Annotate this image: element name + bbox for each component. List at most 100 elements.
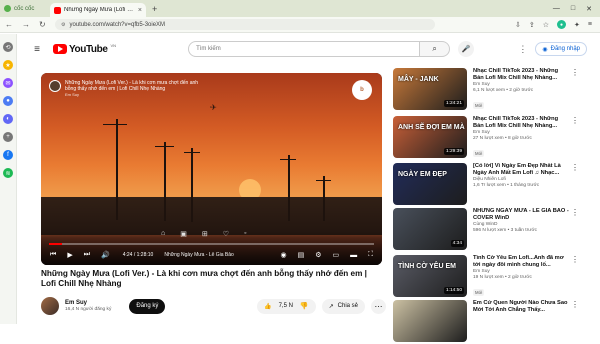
new-tab-icon[interactable]: +: [152, 4, 157, 14]
next-icon[interactable]: ⏭: [84, 251, 90, 259]
theater-icon[interactable]: ▬: [350, 252, 357, 259]
more-vert-icon[interactable]: ⋮: [571, 300, 579, 344]
recommended-title[interactable]: Em Cứ Quen Người Nào Chưa Sao Mới Tới An…: [473, 300, 569, 313]
tab-youtube[interactable]: Những Ngày Mưa (Lofi Ver.) - ...×: [50, 3, 146, 17]
search-button[interactable]: ⌕: [420, 41, 451, 57]
chapter-title[interactable]: Những Ngày Mưa - Lê Gia Bảo: [164, 252, 234, 258]
messenger-icon-2[interactable]: ●: [3, 96, 13, 106]
dislike-icon[interactable]: 👎: [300, 302, 309, 310]
miniplayer-icon[interactable]: ▭: [332, 251, 339, 259]
channel-watermark[interactable]: b: [352, 80, 372, 100]
reload-icon[interactable]: ↻: [39, 20, 46, 29]
recommended-title[interactable]: [Có lời] Vì Ngày Em Đẹp Nhất Là Ngày Anh…: [473, 163, 569, 176]
browser-toolbar: ← → ↻ ⚙ youtube.com/watch?v=qfb5-3oieXM ⇩…: [0, 17, 600, 33]
plus-icon[interactable]: +: [3, 132, 13, 142]
recommended-info: Em Cứ Quen Người Nào Chưa Sao Mới Tới An…: [473, 300, 569, 344]
recommended-info: [Có lời] Vì Ngày Em Đẹp Nhất Là Ngày Anh…: [473, 163, 569, 207]
video-thumbnail[interactable]: MÂY - JANK 1:24:21: [393, 68, 467, 110]
recommended-info: Tình Cờ Yêu Em Lofi...Anh đã mơ tới ngày…: [473, 255, 569, 299]
video-duration: 1:29:39: [443, 148, 464, 155]
subtitles-icon[interactable]: ▤: [298, 251, 305, 259]
channel-avatar[interactable]: [49, 80, 61, 92]
video-thumbnail[interactable]: TÌNH CỜ YÊU EM 1:14:50: [393, 255, 467, 297]
extensions-icon[interactable]: ★: [3, 60, 13, 70]
hamburger-icon[interactable]: ≡: [27, 44, 47, 55]
player-overlay-title[interactable]: Những Ngày Mưa (Lofi Ver.) - Là khi cơn …: [65, 80, 207, 92]
share-button[interactable]: ↗ Chia sẻ: [321, 298, 365, 314]
header-actions: ⋮ ◉ Đăng nhập: [518, 42, 600, 56]
region-label: VN: [110, 42, 117, 48]
video-meta-bar: Em Suy 16,4 N người đăng ký Đăng ký 👍 7,…: [41, 297, 386, 315]
menu-icon[interactable]: ≡: [588, 21, 592, 28]
recommended-title[interactable]: Tình Cờ Yêu Em Lofi...Anh đã mơ tới ngày…: [473, 255, 569, 268]
recommended-video[interactable]: TÌNH CỜ YÊU EM 1:14:50 Tình Cờ Yêu Em Lo…: [393, 255, 600, 299]
subscriber-count: 16,4 N người đăng ký: [65, 306, 112, 312]
settings-icon[interactable]: ⚙: [315, 251, 321, 259]
play-icon[interactable]: ▶: [67, 251, 72, 259]
recommended-video[interactable]: 4:34 NHỮNG NGÀY MƯA - LÊ GIA BẢO - COVER…: [393, 208, 600, 252]
channel-info: Em Suy 16,4 N người đăng ký: [65, 300, 111, 313]
recommended-video[interactable]: ANH SẼ ĐỢI EM MÀ 1:29:39 Nhạc Chill TikT…: [393, 116, 600, 160]
back-icon[interactable]: ←: [5, 20, 13, 29]
more-vert-icon[interactable]: ⋮: [571, 116, 579, 160]
like-icon[interactable]: 👍: [264, 303, 271, 310]
plane-icon: ✈: [210, 103, 217, 112]
recommended-title[interactable]: Nhạc Chill TikTok 2023 - Những Bản Lofi …: [473, 116, 569, 129]
share-icon[interactable]: ⇪: [529, 21, 535, 29]
profile-badge-icon[interactable]: ●: [557, 20, 567, 29]
share-label: Chia sẻ: [337, 303, 358, 309]
history-icon[interactable]: ⟲: [3, 42, 13, 52]
video-thumbnail[interactable]: ANH SẼ ĐỢI EM MÀ 1:29:39: [393, 116, 467, 158]
recommended-video[interactable]: Em Cứ Quen Người Nào Chưa Sao Mới Tới An…: [393, 300, 600, 344]
search-placeholder: Tìm kiếm: [196, 46, 221, 52]
channel-avatar[interactable]: [41, 297, 59, 315]
address-bar[interactable]: ⚙ youtube.com/watch?v=qfb5-3oieXM: [55, 19, 435, 30]
maximize-icon[interactable]: □: [571, 5, 575, 13]
spotify-icon[interactable]: ≋: [3, 168, 13, 178]
time-display: 4:24 / 1:28:10: [122, 252, 154, 258]
facebook-icon[interactable]: f: [3, 150, 13, 160]
forward-icon[interactable]: →: [22, 20, 30, 29]
youtube-play-logo-icon: [53, 44, 67, 54]
street-light-arm: [316, 180, 331, 181]
prev-icon[interactable]: ⏮: [50, 251, 56, 259]
signin-button[interactable]: ◉ Đăng nhập: [535, 42, 587, 56]
more-vert-icon[interactable]: ⋮: [571, 163, 579, 207]
street-light-arm: [103, 124, 127, 125]
extension-icon[interactable]: ✦: [574, 21, 580, 29]
progress-bar[interactable]: [49, 243, 374, 245]
youtube-logo[interactable]: YouTube VN: [53, 42, 117, 55]
like-count: 7,5 N: [278, 303, 293, 309]
video-thumbnail[interactable]: [393, 300, 467, 342]
recommended-title[interactable]: NHỮNG NGÀY MƯA - LÊ GIA BẢO - COVER WinD: [473, 208, 569, 221]
video-player[interactable]: ✈ Những Ngày Mưa (Lofi Ver.) - Là khi cơ…: [41, 73, 382, 265]
channel-name[interactable]: Em Suy: [65, 300, 111, 307]
close-window-icon[interactable]: ✕: [586, 5, 592, 13]
autoplay-icon[interactable]: ◉: [280, 251, 286, 259]
star-icon[interactable]: ☆: [543, 21, 549, 29]
more-vert-icon[interactable]: ⋮: [571, 68, 579, 112]
more-vert-icon[interactable]: ⋮: [571, 208, 579, 252]
more-actions-icon[interactable]: ⋯: [371, 298, 386, 314]
volume-icon[interactable]: 🔊: [101, 251, 110, 259]
site-info-icon[interactable]: ⚙: [61, 22, 65, 28]
download-icon[interactable]: ⇩: [515, 21, 521, 29]
street-light: [116, 119, 118, 220]
minimize-icon[interactable]: —: [553, 5, 560, 13]
subscribe-button[interactable]: Đăng ký: [129, 298, 166, 314]
mic-button[interactable]: 🎤: [458, 41, 475, 57]
recommended-title[interactable]: Nhạc Chill TikTok 2023 - Những Bản Lofi …: [473, 68, 569, 81]
messenger-icon[interactable]: ✉: [3, 78, 13, 88]
more-vert-icon[interactable]: ⋮: [518, 44, 527, 55]
fullscreen-icon[interactable]: ⛶: [368, 251, 373, 259]
search-input[interactable]: Tìm kiếm: [188, 41, 421, 57]
video-thumbnail[interactable]: NGÀY EM ĐẸP: [393, 163, 467, 205]
discord-icon[interactable]: ◐: [3, 114, 13, 124]
like-dislike-group: 👍 7,5 N 👎: [257, 298, 316, 314]
recommended-video[interactable]: MÂY - JANK 1:24:21 Nhạc Chill TikTok 202…: [393, 68, 600, 112]
tab-close-icon[interactable]: ×: [138, 7, 142, 14]
video-thumbnail[interactable]: 4:34: [393, 208, 467, 250]
recommended-video[interactable]: NGÀY EM ĐẸP [Có lời] Vì Ngày Em Đẹp Nhất…: [393, 163, 600, 207]
thumbnail-text: ANH SẼ ĐỢI EM MÀ: [398, 124, 465, 131]
more-vert-icon[interactable]: ⋮: [571, 255, 579, 299]
